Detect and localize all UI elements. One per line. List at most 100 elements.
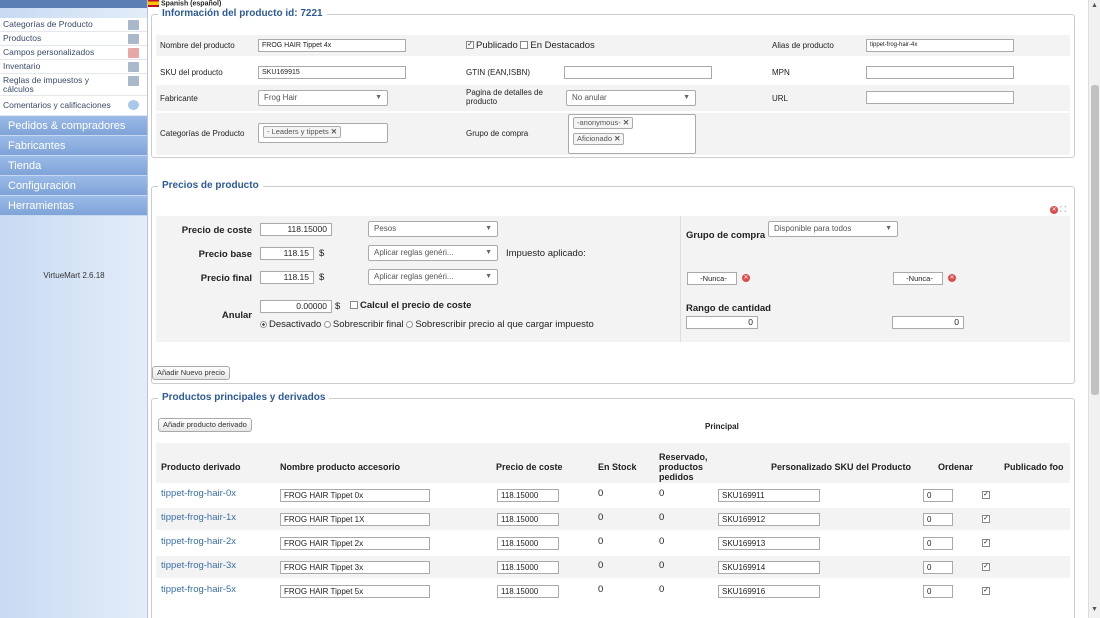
base-rule-select[interactable]: Aplicar reglas genéri... ▼ xyxy=(368,245,498,261)
published-checkbox[interactable]: ✓ xyxy=(982,491,990,499)
derived-link[interactable]: tippet-frog-hair-2x xyxy=(161,536,236,547)
scroll-down-icon[interactable]: ▼ xyxy=(1091,606,1098,613)
add-derived-button[interactable]: Añadir producto derivado xyxy=(158,418,252,432)
chevron-down-icon: ▼ xyxy=(485,249,492,256)
date-to-input[interactable]: -Nunca- xyxy=(893,272,943,285)
sku-input[interactable]: SKU169913 xyxy=(718,537,820,550)
sku-input[interactable]: SKU169914 xyxy=(718,561,820,574)
remove-icon[interactable]: ✕ xyxy=(623,118,629,127)
clear-date-icon[interactable]: ✕ xyxy=(742,274,750,282)
radio-disabled[interactable]: Desactivado xyxy=(260,319,321,330)
accessory-name-input[interactable]: FROG HAIR Tippet 3x xyxy=(280,561,430,574)
spain-flag-icon xyxy=(148,0,159,7)
remove-icon[interactable]: ✕ xyxy=(614,134,620,143)
gtin-input[interactable] xyxy=(564,66,712,79)
qty-to-input[interactable]: 0 xyxy=(892,316,964,329)
order-input[interactable]: 0 xyxy=(923,513,953,526)
calc-cost-checkbox[interactable]: Calcul el precio de coste xyxy=(350,300,471,311)
purchase-group-select[interactable]: -anonymous- ✕ Aficionado ✕ xyxy=(568,114,696,154)
order-input[interactable]: 0 xyxy=(923,537,953,550)
sidebar-item-comentarios[interactable]: Comentarios y calificaciones xyxy=(0,96,147,116)
menu-tienda[interactable]: Tienda xyxy=(0,156,147,176)
category-chip[interactable]: - Leaders y tippets ✕ xyxy=(263,126,342,138)
vertical-scrollbar[interactable]: ▲ ▼ xyxy=(1088,0,1100,618)
manufacturer-select[interactable]: Frog Hair ▼ xyxy=(258,90,388,106)
menu-fabricantes[interactable]: Fabricantes xyxy=(0,136,147,156)
radio-override-tax[interactable]: Sobrescribir precio al que cargar impues… xyxy=(406,319,594,330)
cost-price-input[interactable]: 118.15000 xyxy=(260,223,332,236)
alias-input[interactable]: tippet-frog-hair-4x xyxy=(866,39,1014,52)
order-input[interactable]: 0 xyxy=(923,585,953,598)
qty-from-input[interactable]: 0 xyxy=(686,316,758,329)
accessory-name-input[interactable]: FROG HAIR Tippet 2x xyxy=(280,537,430,550)
cost-input[interactable]: 118.15000 xyxy=(497,513,559,526)
published-checkbox[interactable]: ✓ xyxy=(982,539,990,547)
featured-checkbox[interactable] xyxy=(520,41,529,50)
cost-input[interactable]: 118.15000 xyxy=(497,537,559,550)
cost-input[interactable]: 118.15000 xyxy=(497,585,559,598)
derived-link[interactable]: tippet-frog-hair-0x xyxy=(161,488,236,499)
scroll-up-icon[interactable]: ▲ xyxy=(1091,2,1098,9)
scrollbar-thumb[interactable] xyxy=(1091,85,1099,395)
derived-link[interactable]: tippet-frog-hair-5x xyxy=(161,584,236,595)
sidebar-item-reglas[interactable]: Reglas de impuestos y cálculos xyxy=(0,74,147,96)
detail-page-select[interactable]: No anular ▼ xyxy=(566,90,696,106)
clear-date-icon[interactable]: ✕ xyxy=(948,274,956,282)
final-rule-select[interactable]: Aplicar reglas genéri... ▼ xyxy=(368,269,498,285)
published-checkbox[interactable]: ✓ xyxy=(982,587,990,595)
sidebar-item-categorias[interactable]: Categorías de Producto xyxy=(0,18,147,32)
mpn-input[interactable] xyxy=(866,66,1014,79)
final-price-input[interactable]: 118.15 xyxy=(260,271,314,284)
published-checkbox[interactable]: ✓ Publicado En Destacados xyxy=(466,40,595,51)
base-dollar: $ xyxy=(319,248,325,259)
url-input[interactable] xyxy=(866,91,1014,104)
derived-link[interactable]: tippet-frog-hair-1x xyxy=(161,512,236,523)
drag-handle-icon[interactable]: ⛶ xyxy=(1060,205,1066,214)
published-checkbox[interactable]: ✓ xyxy=(982,563,990,571)
alias-label: Alias de producto xyxy=(772,41,834,50)
add-price-button[interactable]: Añadir Nuevo precio xyxy=(152,366,230,380)
manufacturer-value: Frog Hair xyxy=(264,93,298,102)
sidebar: Categorías de Producto Productos Campos … xyxy=(0,0,148,618)
sku-input[interactable]: SKU169915 xyxy=(258,66,406,79)
final-dollar: $ xyxy=(319,272,325,283)
product-info-legend: Información del producto id: 7221 xyxy=(158,8,327,19)
group-chip[interactable]: Aficionado ✕ xyxy=(573,133,625,145)
product-name-input[interactable]: FROG HAIR Tippet 4x xyxy=(258,39,406,52)
accessory-name-input[interactable]: FROG HAIR Tippet 1X xyxy=(280,513,430,526)
categories-select[interactable]: - Leaders y tippets ✕ xyxy=(258,123,388,143)
product-name-label: Nombre del producto xyxy=(160,41,235,50)
featured-label: En Destacados xyxy=(530,40,595,51)
cost-input[interactable]: 118.15000 xyxy=(497,489,559,502)
sku-input[interactable]: SKU169911 xyxy=(718,489,820,502)
menu-configuracion[interactable]: Configuración xyxy=(0,176,147,196)
col-published: Publicado foo xyxy=(1004,462,1064,472)
radio-override-final[interactable]: Sobrescribir final xyxy=(323,319,404,330)
remove-icon[interactable]: ✕ xyxy=(331,127,337,136)
delete-icon[interactable]: ✕ xyxy=(1050,205,1059,214)
base-price-input[interactable]: 118.15 xyxy=(260,247,314,260)
group-chip[interactable]: -anonymous- ✕ xyxy=(573,117,634,129)
order-input[interactable]: 0 xyxy=(923,489,953,502)
price-group-select[interactable]: Disponible para todos ▼ xyxy=(768,221,898,237)
override-input[interactable]: 0.00000 xyxy=(260,300,332,313)
menu-herramientas[interactable]: Herramientas xyxy=(0,196,147,216)
accessory-name-input[interactable]: FROG HAIR Tippet 5x xyxy=(280,585,430,598)
price-divider xyxy=(680,216,681,342)
accessory-name-input[interactable]: FROG HAIR Tippet 0x xyxy=(280,489,430,502)
currency-select[interactable]: Pesos ▼ xyxy=(368,221,498,237)
order-input[interactable]: 0 xyxy=(923,561,953,574)
sku-input[interactable]: SKU169916 xyxy=(718,585,820,598)
sidebar-item-campos[interactable]: Campos personalizados xyxy=(0,46,147,60)
sku-input[interactable]: SKU169912 xyxy=(718,513,820,526)
sidebar-item-productos[interactable]: Productos xyxy=(0,32,147,46)
qty-range-label: Rango de cantidad xyxy=(686,303,771,314)
derived-link[interactable]: tippet-frog-hair-3x xyxy=(161,560,236,571)
reserved-value: 0 xyxy=(659,560,665,571)
cost-input[interactable]: 118.15000 xyxy=(497,561,559,574)
menu-pedidos[interactable]: Pedidos & compradores xyxy=(0,116,147,136)
published-checkbox[interactable]: ✓ xyxy=(982,515,990,523)
stock-value: 0 xyxy=(598,560,604,571)
date-from-input[interactable]: -Nunca- xyxy=(687,272,737,285)
sidebar-item-inventario[interactable]: Inventario xyxy=(0,60,147,74)
